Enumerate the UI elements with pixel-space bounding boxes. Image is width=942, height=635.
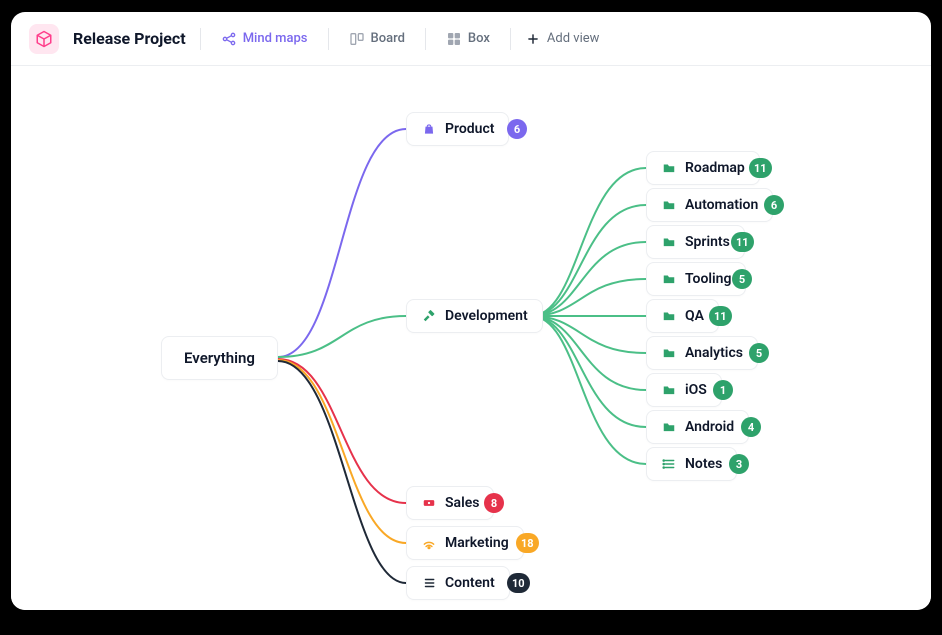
tab-board[interactable]: Board [343,27,411,51]
count-badge: 5 [749,343,769,363]
divider [328,28,329,50]
add-view-label: Add view [547,31,600,46]
box-icon [446,31,462,47]
node-product[interactable]: Product [406,112,509,146]
node-label: QA [685,308,704,324]
node-roadmap[interactable]: Roadmap [646,151,760,185]
mindmap-icon [221,31,237,47]
count-badge: 11 [731,232,754,252]
node-label: Sprints [685,234,730,250]
project-title: Release Project [73,29,186,48]
ticket-icon [421,495,437,511]
tab-label: Board [371,31,405,46]
count-badge: 8 [484,493,504,513]
node-sales[interactable]: Sales [406,486,494,520]
tab-mindmaps[interactable]: Mind maps [215,27,314,51]
count-badge: 10 [507,573,530,593]
tab-label: Box [468,31,490,46]
count-badge: 11 [709,306,732,326]
list-icon [661,456,677,472]
node-label: Everything [184,349,255,367]
node-android[interactable]: Android [646,410,749,444]
bag-icon [421,121,437,137]
count-badge: 6 [507,119,527,139]
plus-icon [525,31,541,47]
folder-icon [661,271,677,287]
count-badge: 11 [749,158,772,178]
node-marketing[interactable]: Marketing [406,526,524,560]
app-frame: Release Project Mind maps Board Box [11,12,931,610]
node-label: Marketing [445,535,509,551]
list-icon [421,575,437,591]
node-sprints[interactable]: Sprints [646,225,745,259]
mindmap-canvas[interactable]: Everything Product 6 Development Sales 8 [11,66,931,610]
tab-label: Mind maps [243,31,308,46]
signal-icon [421,535,437,551]
node-root[interactable]: Everything [161,336,278,380]
node-analytics[interactable]: Analytics [646,336,758,370]
node-label: Development [445,308,528,324]
hammer-icon [421,308,437,324]
divider [425,28,426,50]
node-label: Android [685,419,734,435]
node-label: Analytics [685,345,743,361]
divider [510,28,511,50]
folder-icon [661,160,677,176]
node-label: Content [445,575,495,591]
node-ios[interactable]: iOS [646,373,722,407]
node-label: Product [445,121,494,137]
node-label: Sales [445,495,479,511]
node-notes[interactable]: Notes [646,447,737,481]
folder-icon [661,308,677,324]
node-automation[interactable]: Automation [646,188,773,222]
folder-icon [661,197,677,213]
folder-icon [661,234,677,250]
node-content[interactable]: Content [406,566,510,600]
node-label: Tooling [685,271,731,287]
project-icon [29,24,59,54]
node-label: iOS [685,382,707,398]
node-label: Roadmap [685,160,745,176]
count-badge: 3 [729,454,749,474]
node-label: Automation [685,197,758,213]
count-badge: 1 [713,380,733,400]
folder-icon [661,382,677,398]
count-badge: 18 [516,533,539,553]
divider [200,28,201,50]
header-bar: Release Project Mind maps Board Box [11,12,931,66]
count-badge: 4 [741,417,761,437]
node-development[interactable]: Development [406,299,543,333]
tab-box[interactable]: Box [440,27,496,51]
node-label: Notes [685,456,722,472]
folder-icon [661,345,677,361]
count-badge: 5 [732,269,752,289]
folder-icon [661,419,677,435]
board-icon [349,31,365,47]
add-view-button[interactable]: Add view [525,31,600,47]
count-badge: 6 [764,195,784,215]
